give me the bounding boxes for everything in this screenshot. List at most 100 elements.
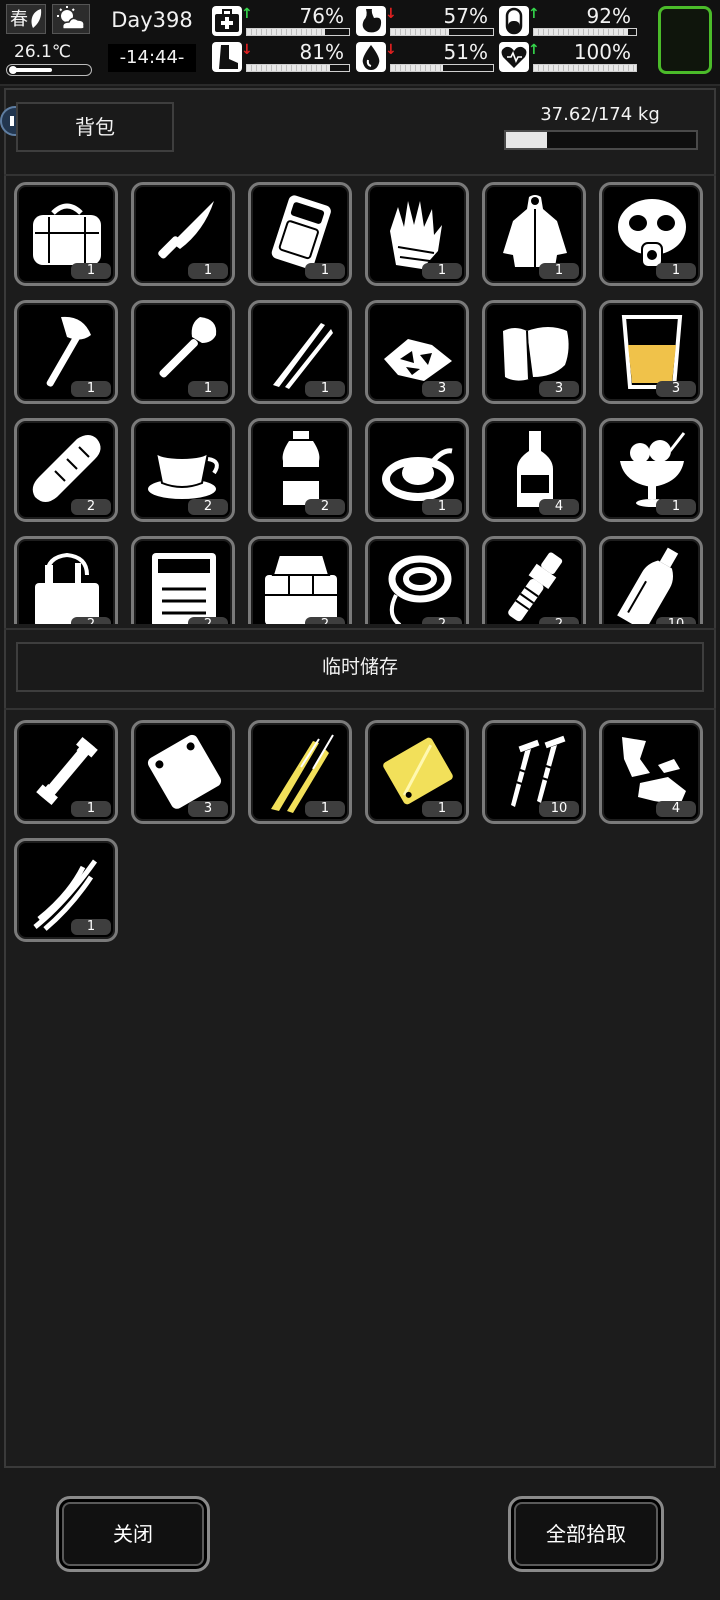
stat-bar (390, 64, 494, 72)
item-slot[interactable]: 1 (599, 182, 703, 286)
stomach-icon (356, 6, 386, 36)
item-slot[interactable]: 10 (599, 536, 703, 624)
item-count: 1 (71, 919, 111, 935)
water-drop-icon (356, 42, 386, 72)
stat-value: 81% (299, 40, 344, 64)
item-slot[interactable]: 2 (248, 536, 352, 624)
item-slot[interactable]: 1 (14, 182, 118, 286)
item-count: 1 (422, 801, 462, 817)
item-slot[interactable]: 1 (365, 720, 469, 824)
trend-up-icon: ↑ (528, 6, 540, 22)
temp-storage-grid[interactable]: 1 3 1 1 10 4 1 (4, 708, 716, 1450)
stat-bar (246, 28, 350, 36)
toolbox-icon (152, 553, 216, 624)
day-counter: Day398 (111, 8, 193, 32)
item-slot[interactable]: 2 (365, 536, 469, 624)
item-slot[interactable]: 2 (131, 418, 235, 522)
item-slot[interactable]: 1 (365, 182, 469, 286)
leaf-icon (31, 9, 42, 28)
thermometer-fill (15, 68, 52, 72)
pick-all-button[interactable]: 全部拾取 (508, 1496, 664, 1572)
stat-bar-fill (391, 29, 450, 35)
equipped-slot[interactable] (658, 6, 712, 74)
item-slot[interactable]: 3 (599, 300, 703, 404)
item-count: 1 (656, 263, 696, 279)
item-count: 2 (422, 617, 462, 624)
section-divider (4, 628, 716, 630)
stat-value: 92% (586, 4, 631, 28)
item-count: 4 (539, 499, 579, 515)
sun-cloud-icon (57, 6, 85, 30)
item-count: 3 (422, 381, 462, 397)
item-slot[interactable]: 3 (482, 300, 586, 404)
stat-stamina: ↓ 81% (212, 40, 352, 74)
stat-energy: ↑ 92% (499, 4, 639, 38)
flashlight-icon (508, 552, 563, 622)
backpack-grid[interactable]: 1 1 1 1 1 1 1 1 1 3 3 3 2 2 2 1 4 1 2 2 2 2 2 10 (4, 174, 716, 624)
item-count: 1 (188, 263, 228, 279)
glass-bottle-icon (617, 547, 679, 624)
trend-up-icon: ↑ (241, 6, 253, 22)
item-count: 1 (71, 381, 111, 397)
weight-label: 37.62/174 kg (540, 104, 660, 125)
stat-health: ↑ 76% (212, 4, 352, 38)
rope-icon (388, 555, 452, 624)
item-count: 3 (188, 801, 228, 817)
item-slot[interactable]: 10 (482, 720, 586, 824)
stat-value: 51% (443, 40, 488, 64)
item-count: 1 (71, 263, 111, 279)
weather-indicator (52, 4, 90, 34)
item-slot[interactable]: 1 (14, 300, 118, 404)
item-count: 2 (188, 617, 228, 624)
item-slot[interactable]: 1 (248, 720, 352, 824)
trend-up-icon: ↑ (528, 42, 540, 58)
season-label: 春 (10, 9, 28, 30)
item-slot[interactable]: 3 (131, 720, 235, 824)
item-count: 1 (656, 499, 696, 515)
item-count: 1 (305, 801, 345, 817)
weight-bar-fill (506, 132, 548, 148)
item-slot[interactable]: 2 (14, 536, 118, 624)
item-slot[interactable]: 1 (248, 182, 352, 286)
game-clock: -14:44- (108, 44, 196, 72)
item-count: 2 (305, 499, 345, 515)
stat-bar (390, 28, 494, 36)
stat-bar-fill (247, 65, 330, 71)
item-count: 10 (656, 617, 696, 624)
item-slot[interactable]: 2 (248, 418, 352, 522)
season-indicator: 春 (6, 4, 46, 34)
item-count: 1 (422, 263, 462, 279)
stat-value: 57% (443, 4, 488, 28)
foot-icon (212, 42, 242, 72)
trend-down-icon: ↓ (385, 42, 397, 58)
stat-bar-fill (534, 29, 628, 35)
item-slot[interactable]: 1 (599, 418, 703, 522)
stat-value: 100% (573, 40, 631, 64)
close-button[interactable]: 关闭 (56, 1496, 210, 1572)
item-count: 4 (656, 801, 696, 817)
item-slot[interactable]: 4 (599, 720, 703, 824)
item-count: 3 (656, 381, 696, 397)
item-slot[interactable]: 1 (14, 720, 118, 824)
item-slot[interactable]: 1 (248, 300, 352, 404)
item-slot[interactable]: 1 (482, 182, 586, 286)
item-slot[interactable]: 4 (482, 418, 586, 522)
item-count: 1 (422, 499, 462, 515)
item-slot[interactable]: 1 (365, 418, 469, 522)
stat-bar-fill (247, 29, 325, 35)
medkit-icon (212, 6, 242, 36)
item-slot[interactable]: 2 (14, 418, 118, 522)
item-slot[interactable]: 3 (365, 300, 469, 404)
item-slot[interactable]: 2 (482, 536, 586, 624)
item-slot[interactable]: 2 (131, 536, 235, 624)
item-slot[interactable]: 1 (14, 838, 118, 942)
item-slot[interactable]: 1 (131, 300, 235, 404)
item-count: 10 (539, 801, 579, 817)
item-count: 2 (305, 617, 345, 624)
stat-bar (246, 64, 350, 72)
trend-down-icon: ↓ (385, 6, 397, 22)
weight-bar (504, 130, 698, 150)
status-bar: 春 26.1℃ Day398 -14:44- ↑ 76% ↓ 57% ↑ 92% ↓ 81% ↓… (0, 0, 720, 86)
item-slot[interactable]: 1 (131, 182, 235, 286)
item-count: 3 (539, 381, 579, 397)
